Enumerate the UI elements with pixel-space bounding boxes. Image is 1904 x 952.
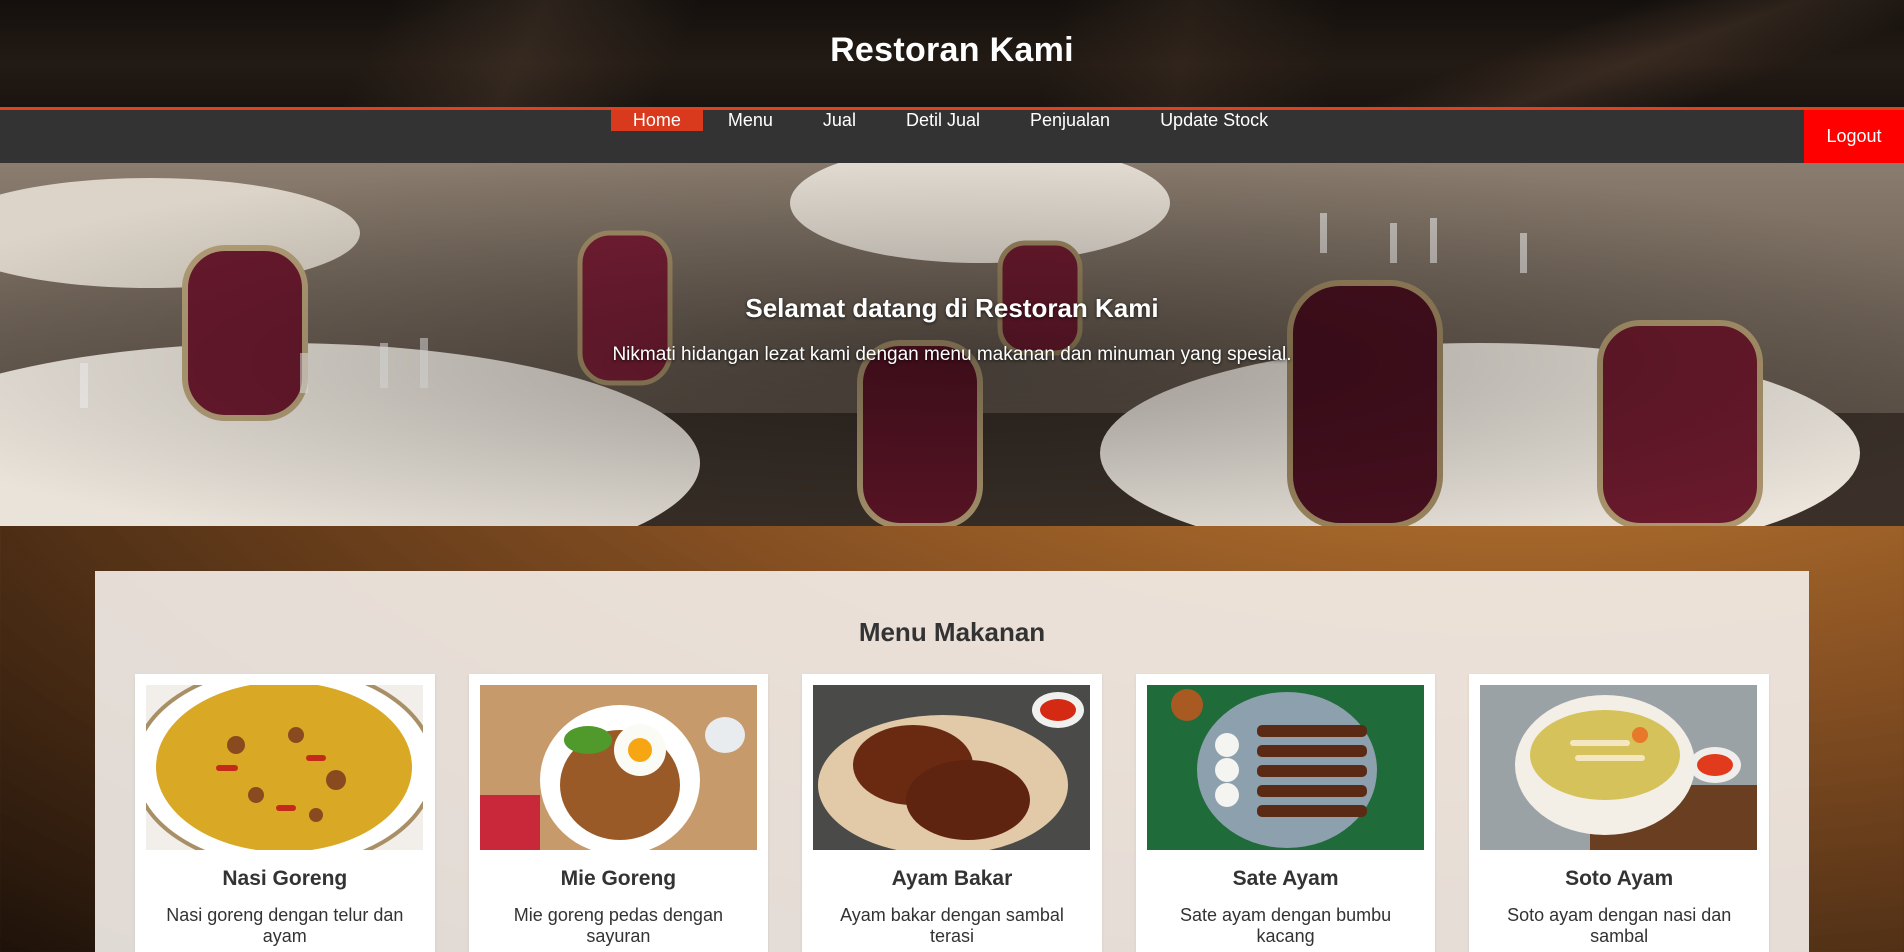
hero-subtitle: Nikmati hidangan lezat kami dengan menu … xyxy=(612,344,1292,365)
logout-button[interactable]: Logout xyxy=(1804,110,1904,163)
menu-item-name: Sate Ayam xyxy=(1232,867,1339,890)
nav-link-menu[interactable]: Menu xyxy=(703,110,798,131)
menu-item-description: Nasi goreng dengan telur dan ayam xyxy=(166,905,404,946)
nasi-goreng-photo xyxy=(146,685,423,850)
main-nav: Home Menu Jual Detil Jual Penjualan Upda… xyxy=(0,110,1904,163)
menu-card-ayam-bakar[interactable]: Ayam Bakar Ayam bakar dengan sambal tera… xyxy=(802,674,1102,952)
nav-link-update-stock[interactable]: Update Stock xyxy=(1135,110,1293,131)
nav-item-home: Home xyxy=(610,110,703,163)
menu-card-soto-ayam[interactable]: Soto Ayam Soto ayam dengan nasi dan samb… xyxy=(1469,674,1769,952)
nav-link-penjualan[interactable]: Penjualan xyxy=(1005,110,1135,131)
nav-item-penjualan: Penjualan xyxy=(1005,110,1135,163)
mie-goreng-photo xyxy=(479,685,757,850)
menu-section-title: Menu Makanan xyxy=(858,617,1046,647)
nav-item-update-stock: Update Stock xyxy=(1135,110,1293,163)
menu-item-name: Soto Ayam xyxy=(1565,867,1674,890)
menu-item-description: Soto ayam dengan nasi dan sambal xyxy=(1507,905,1732,946)
nav-item-detil-jual: Detil Jual xyxy=(881,110,1005,163)
menu-card-mie-goreng[interactable]: Mie Goreng Mie goreng pedas dengan sayur… xyxy=(468,674,769,952)
menu-card-nasi-goreng[interactable]: Nasi Goreng Nasi goreng dengan telur dan… xyxy=(135,674,435,952)
nav-item-menu: Menu xyxy=(703,110,798,163)
menu-item-description: Sate ayam dengan bumbu kacang xyxy=(1180,905,1392,946)
nav-item-jual: Jual xyxy=(798,110,881,163)
menu-item-name: Mie Goreng xyxy=(560,867,677,890)
menu-item-description: Mie goreng pedas dengan sayuran xyxy=(513,905,723,946)
menu-item-name: Ayam Bakar xyxy=(891,867,1013,890)
menu-item-name: Nasi Goreng xyxy=(222,867,348,890)
menu-card-sate-ayam[interactable]: Sate Ayam Sate ayam dengan bumbu kacang xyxy=(1135,674,1436,952)
site-header: Restoran Kami xyxy=(0,0,1904,110)
sate-ayam-photo xyxy=(1146,685,1424,850)
nav-link-detil-jual[interactable]: Detil Jual xyxy=(881,110,1005,131)
menu-item-description: Ayam bakar dengan sambal terasi xyxy=(840,905,1064,946)
site-title: Restoran Kami xyxy=(830,31,1074,69)
nav-link-jual[interactable]: Jual xyxy=(798,110,881,131)
ayam-bakar-photo xyxy=(813,685,1091,850)
nav-list: Home Menu Jual Detil Jual Penjualan Upda… xyxy=(610,110,1293,163)
nav-link-home[interactable]: Home xyxy=(610,110,703,131)
hero-title: Selamat datang di Restoran Kami xyxy=(745,293,1159,323)
menu-card-list: Nasi Goreng Nasi goreng dengan telur dan… xyxy=(95,674,1809,952)
hero-banner: Selamat datang di Restoran Kami Nikmati … xyxy=(0,163,1904,526)
menu-section: Menu Makanan Nasi Goreng Nasi goreng den… xyxy=(95,571,1809,952)
soto-ayam-photo xyxy=(1480,685,1758,850)
